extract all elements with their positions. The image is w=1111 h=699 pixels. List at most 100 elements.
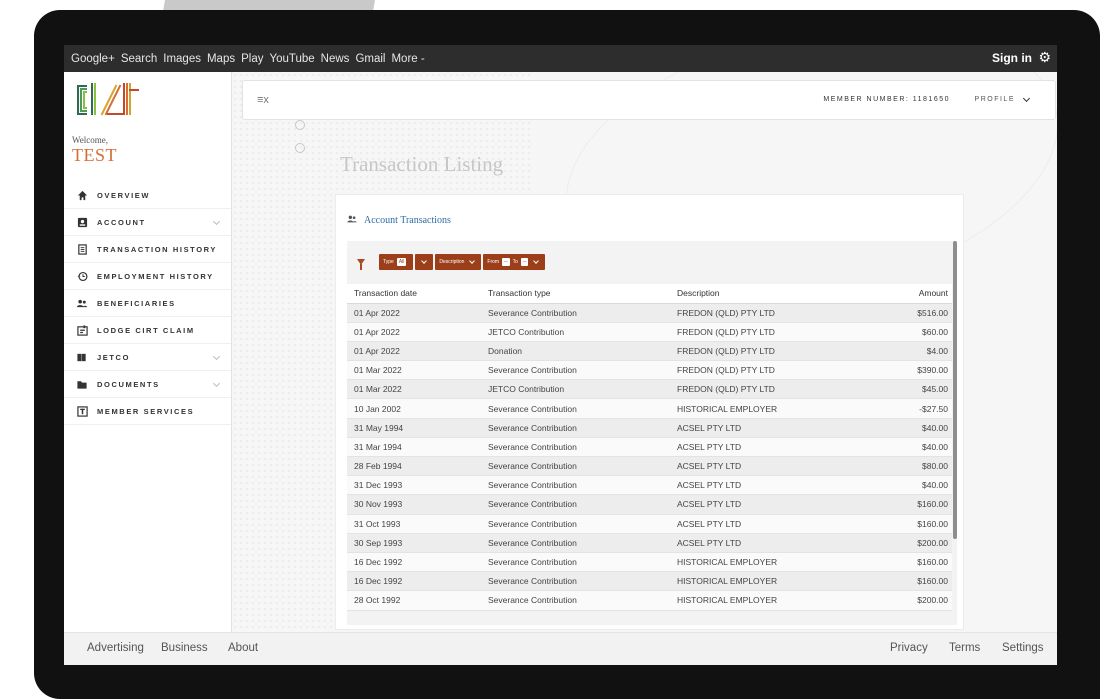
gbar-link-youtube[interactable]: YouTube <box>269 53 314 65</box>
date-range-filter[interactable]: From ─ To ─ <box>483 254 546 270</box>
table-row[interactable]: 30 Sep 1993 Severance Contribution ACSEL P… <box>347 533 952 553</box>
type-filter-toggle[interactable] <box>415 254 434 270</box>
gbar-link-google-plus[interactable]: Google+ <box>71 53 115 65</box>
cell-type: Severance Contribution <box>481 571 670 592</box>
cell-description: ACSEL PTY LTD <box>670 418 859 438</box>
footer-link-terms[interactable]: Terms <box>949 642 980 654</box>
sidebar-item-transaction-history[interactable]: TRANSACTION HISTORY <box>64 236 231 263</box>
cell-date: 16 Dec 1992 <box>347 571 481 592</box>
to-date-input[interactable]: ─ <box>520 258 529 266</box>
transactions-card: Account Transactions Type All Descriptio… <box>335 194 964 630</box>
cell-date: 30 Sep 1993 <box>347 533 481 553</box>
sidebar-item-account[interactable]: ACCOUNT <box>64 209 231 236</box>
table-scrollbar[interactable] <box>953 241 957 539</box>
table-row[interactable]: 30 Nov 1993 Severance Contribution ACSEL P… <box>347 494 952 515</box>
table-row[interactable]: 28 Feb 1994 Severance Contribution ACSEL P… <box>347 456 952 477</box>
sidebar-item-label: TRANSACTION HISTORY <box>97 244 217 254</box>
gbar-link-search[interactable]: Search <box>121 53 157 65</box>
column-header-description[interactable]: Description <box>670 284 859 304</box>
cell-description: HISTORICAL EMPLOYER <box>670 398 859 419</box>
sidebar-item-label: ACCOUNT <box>97 217 146 227</box>
cell-description: HISTORICAL EMPLOYER <box>670 552 859 573</box>
table-row[interactable]: 31 Oct 1993 Severance Contribution ACSEL P… <box>347 514 952 534</box>
sidebar-item-beneficiaries[interactable]: BENEFICIARIES <box>64 290 231 317</box>
chevron-down-icon[interactable] <box>1022 94 1031 103</box>
column-header-date[interactable]: Transaction date <box>347 284 481 304</box>
table-row[interactable]: 01 Mar 2022 Severance Contribution FREDON … <box>347 360 952 381</box>
table-row[interactable]: 10 Jan 2002 Severance Contribution HISTORI… <box>347 398 952 419</box>
cell-amount: $4.00 <box>859 341 952 362</box>
menu-toggle-icon[interactable]: ≡x <box>257 94 269 106</box>
chevron-down-icon <box>212 379 221 388</box>
footer-link-advertising[interactable]: Advertising <box>87 642 144 654</box>
account-icon <box>76 216 88 228</box>
table-row[interactable]: 16 Dec 1992 Severance Contribution HISTORI… <box>347 571 952 592</box>
filter-icon[interactable] <box>357 259 365 270</box>
table-row[interactable]: 16 Dec 1992 Severance Contribution HISTORI… <box>347 552 952 573</box>
cell-amount: $160.00 <box>859 552 952 573</box>
table-row[interactable]: 31 Dec 1993 Severance Contribution ACSEL P… <box>347 475 952 496</box>
gbar-link-play[interactable]: Play <box>241 53 263 65</box>
profile-menu[interactable]: PROFILE <box>975 96 1015 103</box>
cell-amount: $516.00 <box>859 303 952 323</box>
cell-date: 01 Mar 2022 <box>347 360 481 381</box>
cell-type: Severance Contribution <box>481 418 670 438</box>
table-row[interactable]: 28 Oct 1992 Severance Contribution HISTORI… <box>347 590 952 611</box>
gbar-link-gmail[interactable]: Gmail <box>355 53 385 65</box>
sidebar-item-member-services[interactable]: MEMBER SERVICES <box>64 398 231 425</box>
gbar-link-maps[interactable]: Maps <box>207 53 235 65</box>
to-label: To <box>512 259 518 265</box>
cell-amount: $160.00 <box>859 514 952 534</box>
sidebar-item-label: EMPLOYMENT HISTORY <box>97 271 214 281</box>
cell-description: ACSEL PTY LTD <box>670 494 859 515</box>
footer-link-about[interactable]: About <box>228 642 258 654</box>
cell-date: 01 Apr 2022 <box>347 322 481 342</box>
sidebar-item-overview[interactable]: OVERVIEW <box>64 182 231 209</box>
gbar-link-images[interactable]: Images <box>163 53 201 65</box>
from-date-input[interactable]: ─ <box>502 258 510 266</box>
footer-link-privacy[interactable]: Privacy <box>890 642 928 654</box>
gbar-link-more[interactable]: More - <box>391 53 424 65</box>
chevron-down-icon <box>469 257 476 264</box>
cell-type: JETCO Contribution <box>481 379 670 400</box>
table-row[interactable]: 01 Mar 2022 JETCO Contribution FREDON (QLD… <box>347 379 952 400</box>
cell-description: FREDON (QLD) PTY LTD <box>670 341 859 362</box>
sidebar-item-employment-history[interactable]: EMPLOYMENT HISTORY <box>64 263 231 290</box>
people-icon <box>76 297 88 309</box>
sidebar-item-label: MEMBER SERVICES <box>97 406 195 416</box>
people-icon <box>346 211 358 229</box>
cell-amount: $200.00 <box>859 533 952 553</box>
sidebar-item-lodge-cirt-claim[interactable]: LODGE CIRT CLAIM <box>64 317 231 344</box>
table-row[interactable]: 01 Apr 2022 Severance Contribution FREDON … <box>347 303 952 323</box>
table-row[interactable]: 01 Apr 2022 JETCO Contribution FREDON (QLD… <box>347 322 952 342</box>
cell-type: Severance Contribution <box>481 456 670 477</box>
type-filter[interactable]: Type All <box>379 254 414 270</box>
footer-link-settings[interactable]: Settings <box>1002 642 1044 654</box>
description-filter[interactable]: Description <box>435 254 482 270</box>
table-body: 01 Apr 2022 Severance Contribution FREDON … <box>347 303 952 611</box>
services-icon <box>76 405 88 417</box>
receipt-icon <box>76 243 88 255</box>
column-header-amount[interactable]: Amount <box>859 284 952 304</box>
cell-description: FREDON (QLD) PTY LTD <box>670 360 859 381</box>
cell-type: Severance Contribution <box>481 437 670 458</box>
sidebar-item-jetco[interactable]: JETCO <box>64 344 231 371</box>
type-filter-value: All <box>396 258 407 266</box>
history-icon <box>76 270 88 282</box>
gear-icon[interactable]: ⚙ <box>1038 49 1051 65</box>
chevron-down-icon <box>533 257 540 264</box>
page-title: Transaction Listing <box>340 152 504 176</box>
table-row[interactable]: 31 Mar 1994 Severance Contribution ACSEL P… <box>347 437 952 458</box>
table-row[interactable]: 01 Apr 2022 Donation FREDON (QLD) PTY LTD $… <box>347 341 952 362</box>
footer-link-business[interactable]: Business <box>161 642 208 654</box>
cell-date: 31 Dec 1993 <box>347 475 481 496</box>
cell-date: 01 Apr 2022 <box>347 341 481 362</box>
table-row[interactable]: 31 May 1994 Severance Contribution ACSEL P… <box>347 418 952 438</box>
column-header-type[interactable]: Transaction type <box>481 284 670 304</box>
type-filter-label: Type <box>383 259 394 265</box>
cell-date: 31 Oct 1993 <box>347 514 481 534</box>
cell-description: ACSEL PTY LTD <box>670 533 859 553</box>
gbar-link-news[interactable]: News <box>321 53 350 65</box>
sidebar-item-documents[interactable]: DOCUMENTS <box>64 371 231 398</box>
sign-in-link[interactable]: Sign in <box>992 51 1032 65</box>
